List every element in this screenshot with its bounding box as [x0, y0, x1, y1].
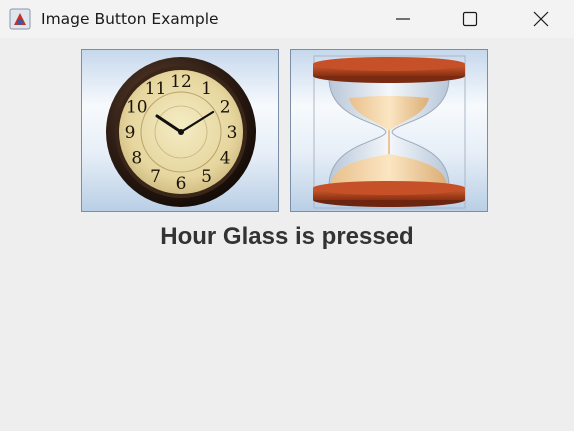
clock-numeral: 1: [201, 79, 212, 99]
clock-numeral: 9: [125, 123, 136, 143]
clock-numeral: 10: [126, 98, 148, 118]
minimize-icon: [396, 18, 410, 20]
hourglass-button[interactable]: [290, 49, 488, 212]
clock-numeral: 7: [150, 167, 161, 187]
close-icon: [533, 11, 549, 27]
maximize-button[interactable]: [447, 0, 493, 38]
clock-image: 12 12 3 45678 9 1011: [106, 57, 256, 207]
clock-numeral: 4: [220, 149, 231, 169]
maximize-icon: [462, 11, 478, 27]
java-app-icon: [9, 8, 31, 30]
clock-button[interactable]: 12 1 2 3 4 5 6 7 8 9 10 11: [81, 49, 279, 212]
clock-numeral: 12: [170, 72, 192, 92]
window-title: Image Button Example: [41, 10, 219, 28]
clock-numeral: 8: [131, 149, 142, 169]
hourglass-image: [313, 55, 466, 209]
minimize-button[interactable]: [380, 0, 426, 38]
clock-numeral: 3: [227, 123, 238, 143]
clock-numeral: 11: [145, 79, 167, 99]
close-button[interactable]: [518, 0, 564, 38]
clock-numeral: 6: [176, 174, 187, 194]
title-bar: Image Button Example: [0, 0, 574, 38]
clock-numeral: 5: [201, 167, 212, 187]
clock-numeral: 2: [220, 98, 231, 118]
status-label: Hour Glass is pressed: [160, 223, 414, 250]
